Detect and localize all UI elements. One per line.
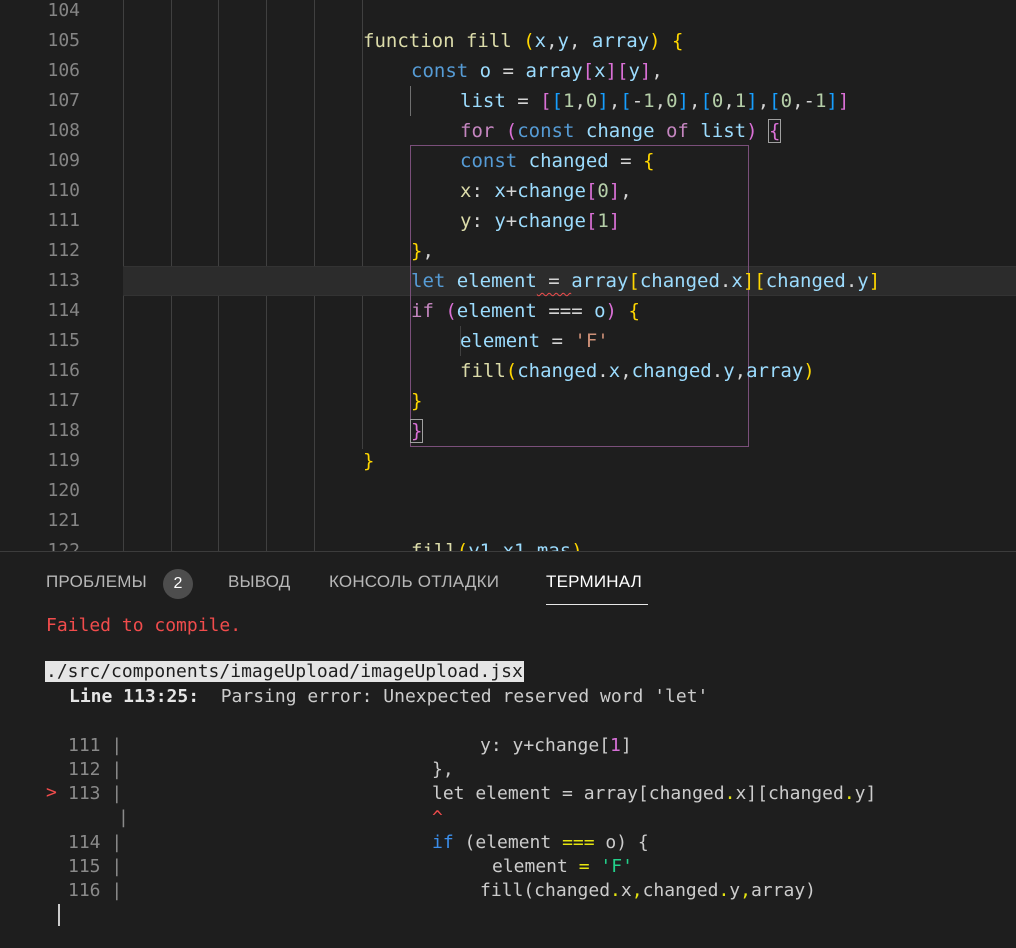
snippet-code: let element = array[changed.x][changed.y… xyxy=(432,783,877,804)
line-number: 104 xyxy=(47,0,80,21)
line-number: 112 xyxy=(47,240,80,261)
code-text: }, xyxy=(411,240,434,262)
code-text: fill(changed.x,changed.y,array) xyxy=(460,360,815,382)
line-number: 116 xyxy=(47,360,80,381)
tab-problems[interactable]: ПРОБЛЕМЫ xyxy=(46,572,147,592)
code-line[interactable]: 104 xyxy=(0,0,1016,26)
error-file-path: ./src/components/imageUpload/imageUpload… xyxy=(45,661,524,682)
code-text: function fill (x,y, array) { xyxy=(363,30,684,52)
tab-debug-console[interactable]: КОНСОЛЬ ОТЛАДКИ xyxy=(329,572,499,592)
snippet-line-number: 115 | xyxy=(68,856,123,877)
snippet-line-number: 116 | xyxy=(68,880,123,901)
code-line[interactable]: 117} xyxy=(0,386,1016,416)
snippet-gutter-separator: | xyxy=(118,807,129,828)
line-number: 107 xyxy=(47,90,80,111)
code-text: let element = array[changed.x][changed.y… xyxy=(411,270,881,292)
code-line[interactable]: 122 fill(y1,x1,mas) xyxy=(0,536,1016,551)
line-number: 119 xyxy=(47,450,80,471)
snippet-code: y: y+change[1] xyxy=(480,735,632,756)
tab-terminal[interactable]: ТЕРМИНАЛ xyxy=(546,572,642,592)
line-number: 118 xyxy=(47,420,80,441)
line-number: 113 xyxy=(47,270,80,291)
line-number: 111 xyxy=(47,210,80,231)
error-caret: ^ xyxy=(432,807,443,828)
error-squiggle: = xyxy=(536,270,572,292)
line-number: 106 xyxy=(47,60,80,81)
code-line[interactable]: 106 const o = array[x][y], xyxy=(0,56,1016,86)
code-line[interactable]: 105 function fill (x,y, array) { xyxy=(0,26,1016,56)
code-text: const o = array[x][y], xyxy=(411,60,663,82)
code-text: for (const change of list) { xyxy=(460,119,782,143)
vscode-window: 104 105 function fill (x,y, array) { 106 con… xyxy=(0,0,1016,948)
error-line-marker: > xyxy=(46,782,57,803)
snippet-code: if (element === o) { xyxy=(432,832,649,853)
code-line[interactable]: 113 let element = array[changed.x][change… xyxy=(0,266,1016,296)
line-number: 109 xyxy=(47,150,80,171)
snippet-code: }, xyxy=(432,759,454,780)
code-line[interactable]: 109 const changed = { xyxy=(0,146,1016,176)
snippet-line-number: 114 | xyxy=(68,832,123,853)
line-number: 120 xyxy=(47,480,80,501)
code-text: y: y+change[1] xyxy=(460,210,621,232)
code-line[interactable]: 118} xyxy=(0,416,1016,446)
line-number: 105 xyxy=(47,30,80,51)
code-line[interactable]: 121 xyxy=(0,506,1016,536)
terminal-cursor xyxy=(58,904,60,926)
code-line[interactable]: 116 fill(changed.x,changed.y,array) xyxy=(0,356,1016,386)
line-number: 110 xyxy=(47,180,80,201)
code-text: } xyxy=(363,450,375,472)
snippet-code: element = 'F' xyxy=(492,856,633,877)
code-line[interactable]: 114 if (element === o) { xyxy=(0,296,1016,326)
line-number: 114 xyxy=(47,300,80,321)
code-line[interactable]: 107 list = [[1,0],[-1,0],[0,1],[0,-1]] xyxy=(0,86,1016,116)
line-number: 108 xyxy=(47,120,80,141)
line-number: 122 xyxy=(47,540,80,551)
snippet-line-number: 111 | xyxy=(68,735,123,756)
code-text: fill(y1,x1,mas) xyxy=(411,540,583,551)
code-line[interactable]: 110 x: x+change[0], xyxy=(0,176,1016,206)
active-tab-indicator xyxy=(546,604,648,605)
tab-output[interactable]: ВЫВОД xyxy=(228,572,291,592)
code-line[interactable]: 112}, xyxy=(0,236,1016,266)
code-editor[interactable]: 104 105 function fill (x,y, array) { 106 con… xyxy=(0,0,1016,551)
code-line[interactable]: 120 xyxy=(0,476,1016,506)
code-text: element = 'F' xyxy=(460,330,609,352)
code-line[interactable]: 108 for (const change of list) { xyxy=(0,116,1016,146)
compile-error-title: Failed to compile. xyxy=(46,615,242,636)
line-number: 121 xyxy=(47,510,80,531)
code-text: list = [[1,0],[-1,0],[0,1],[0,-1]] xyxy=(460,90,850,112)
code-text: x: x+change[0], xyxy=(460,180,632,202)
code-text: const changed = { xyxy=(460,150,655,172)
snippet-code: fill(changed.x,changed.y,array) xyxy=(480,880,816,901)
line-number: 115 xyxy=(47,330,80,351)
code-text: if (element === o) { xyxy=(411,300,640,322)
line-number: 117 xyxy=(47,390,80,411)
code-text: } xyxy=(409,419,424,443)
bottom-panel: ПРОБЛЕМЫ 2 ВЫВОД КОНСОЛЬ ОТЛАДКИ ТЕРМИНА… xyxy=(0,551,1016,948)
snippet-line-number: 113 | xyxy=(68,783,123,804)
error-line: Line 113:25: Parsing error: Unexpected r… xyxy=(69,686,709,707)
code-line[interactable]: 119} xyxy=(0,446,1016,476)
snippet-line-number: 112 | xyxy=(68,759,123,780)
problems-count-badge: 2 xyxy=(163,569,193,599)
code-text: } xyxy=(411,390,423,412)
code-line[interactable]: 111 y: y+change[1] xyxy=(0,206,1016,236)
code-line[interactable]: 115 element = 'F' xyxy=(0,326,1016,356)
